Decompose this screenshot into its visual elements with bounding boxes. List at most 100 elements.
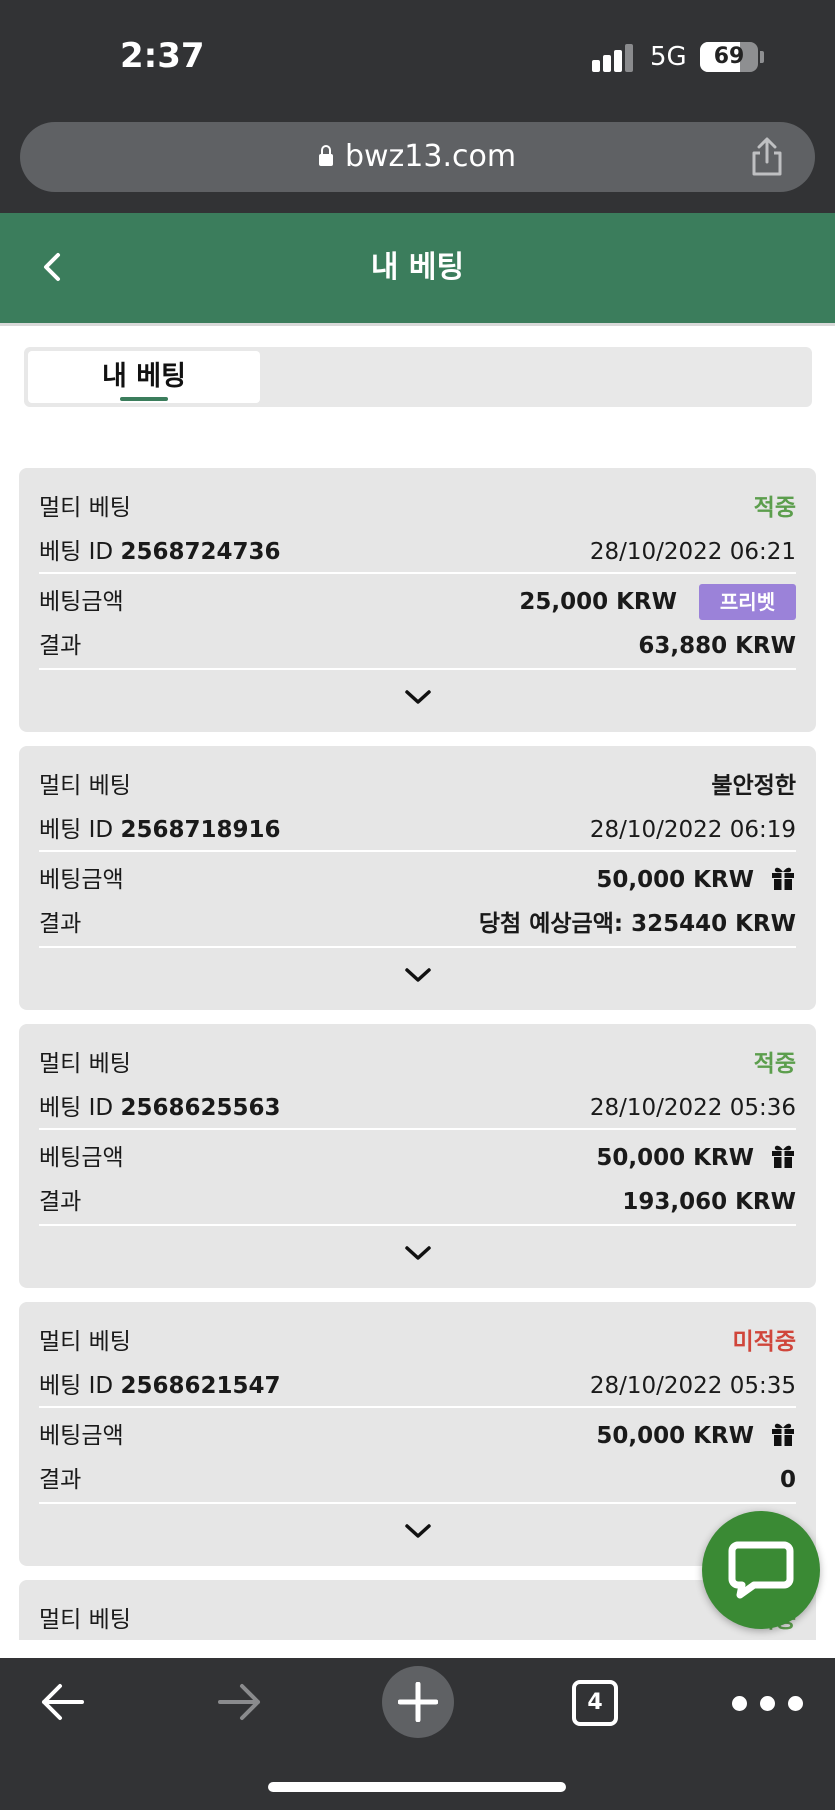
- page-title: 내 베팅: [370, 250, 465, 285]
- bet-status: 미적중: [732, 1329, 796, 1355]
- url-display[interactable]: bwz13.com: [20, 122, 815, 192]
- bet-card[interactable]: 멀티 베팅 불안정한 베팅 ID 2568718916 28/10/2022 0…: [19, 746, 816, 1010]
- share-icon[interactable]: [747, 136, 787, 178]
- back-arrow-icon[interactable]: [38, 1680, 88, 1724]
- new-tab-button[interactable]: [382, 1666, 454, 1738]
- bet-id-row: 베팅 ID 2568724736 28/10/2022 06:21: [39, 534, 796, 570]
- bet-type: 멀티 베팅: [39, 495, 131, 521]
- bet-result-row: 결과 193,060 KRW: [39, 1184, 796, 1220]
- bet-type-row: 멀티 베팅 적중: [39, 490, 796, 526]
- bet-result-row: 결과 당첨 예상금액: 325440 KRW: [39, 906, 796, 942]
- bet-id-row: 베팅 ID 2568718916 28/10/2022 06:19: [39, 812, 796, 848]
- address-bar[interactable]: bwz13.com: [20, 122, 815, 192]
- bet-type-row: 멀티 베팅 불안정한: [39, 768, 796, 804]
- bet-amount-row: 베팅금액 50,000 KRW: [39, 1140, 796, 1176]
- bet-id: 2568625563: [120, 1095, 281, 1121]
- bet-id-row: 베팅 ID 2568625563 28/10/2022 05:36: [39, 1090, 796, 1126]
- bet-result-label: 결과: [39, 911, 82, 937]
- bet-card[interactable]: 멀티 베팅 적중: [19, 1580, 816, 1640]
- bet-id: 2568621547: [120, 1373, 281, 1399]
- battery-nub: [760, 51, 764, 63]
- tab-my-bets[interactable]: 내 베팅: [28, 351, 260, 403]
- lock-icon: [318, 145, 333, 166]
- bet-result: 63,880 KRW: [638, 633, 796, 659]
- bet-datetime: 28/10/2022 06:21: [589, 539, 796, 565]
- battery-icon: 69: [700, 42, 758, 72]
- tab-label: 내 베팅: [102, 361, 186, 392]
- bet-datetime: 28/10/2022 05:35: [589, 1373, 796, 1399]
- bet-id: 2568718916: [120, 817, 281, 843]
- more-icon[interactable]: [732, 1696, 818, 1712]
- bet-type-row: 멀티 베팅 적중: [39, 1602, 796, 1638]
- divider: [39, 1406, 796, 1408]
- chevron-down-icon[interactable]: [403, 1242, 433, 1264]
- chevron-down-icon[interactable]: [403, 964, 433, 986]
- bet-amount: 50,000 KRW: [596, 1423, 754, 1449]
- bet-type-row: 멀티 베팅 미적중: [39, 1324, 796, 1360]
- bet-card[interactable]: 멀티 베팅 미적중 베팅 ID 2568621547 28/10/2022 05…: [19, 1302, 816, 1566]
- bet-amount-label: 베팅금액: [39, 1145, 124, 1171]
- battery-percent: 69: [713, 44, 745, 69]
- gift-icon: [772, 867, 794, 890]
- app-header: 내 베팅: [0, 213, 835, 326]
- bet-amount-row: 베팅금액 50,000 KRW: [39, 862, 796, 898]
- home-indicator: [268, 1782, 566, 1792]
- tab-active-indicator: [120, 397, 168, 401]
- bet-id-label: 베팅 ID: [39, 1373, 114, 1399]
- gift-icon: [772, 1423, 794, 1446]
- bet-id-label: 베팅 ID: [39, 1095, 114, 1121]
- bet-amount: 50,000 KRW: [596, 867, 754, 893]
- bet-status: 적중: [753, 1051, 796, 1077]
- bet-id: 2568724736: [120, 539, 281, 565]
- bet-result: 당첨 예상금액: 325440 KRW: [478, 911, 796, 937]
- bet-result-label: 결과: [39, 633, 82, 659]
- bet-result-label: 결과: [39, 1189, 82, 1215]
- chat-button[interactable]: [702, 1511, 820, 1629]
- divider: [39, 1502, 796, 1504]
- tabs-button[interactable]: 4: [572, 1680, 618, 1726]
- bet-result: 0: [779, 1467, 796, 1493]
- back-button[interactable]: [36, 243, 80, 293]
- network-label: 5G: [650, 42, 687, 72]
- bet-type: 멀티 베팅: [39, 773, 131, 799]
- bet-datetime: 28/10/2022 05:36: [589, 1095, 796, 1121]
- divider: [39, 850, 796, 852]
- divider: [39, 1224, 796, 1226]
- bet-result-row: 결과 0: [39, 1462, 796, 1498]
- bet-card[interactable]: 멀티 베팅 적중 베팅 ID 2568724736 28/10/2022 06:…: [19, 468, 816, 732]
- status-time: 2:37: [120, 36, 205, 76]
- browser-bar: bwz13.com: [0, 112, 835, 213]
- divider: [39, 668, 796, 670]
- bet-status: 불안정한: [711, 773, 796, 799]
- bet-type: 멀티 베팅: [39, 1607, 131, 1633]
- bet-amount-label: 베팅금액: [39, 589, 124, 615]
- bet-list: 멀티 베팅 적중 베팅 ID 2568724736 28/10/2022 06:…: [19, 468, 816, 1640]
- bet-result-label: 결과: [39, 1467, 82, 1493]
- forward-arrow-icon[interactable]: [214, 1680, 264, 1724]
- bet-amount-label: 베팅금액: [39, 1423, 124, 1449]
- url-text: bwz13.com: [344, 139, 517, 174]
- bet-id-label: 베팅 ID: [39, 817, 114, 843]
- tab-bar: 내 베팅: [24, 347, 812, 407]
- bet-type: 멀티 베팅: [39, 1051, 131, 1077]
- signal-icon: [592, 44, 636, 72]
- chevron-down-icon[interactable]: [403, 1520, 433, 1542]
- bet-card[interactable]: 멀티 베팅 적중 베팅 ID 2568625563 28/10/2022 05:…: [19, 1024, 816, 1288]
- bet-result: 193,060 KRW: [622, 1189, 796, 1215]
- bet-type-row: 멀티 베팅 적중: [39, 1046, 796, 1082]
- bet-id-label: 베팅 ID: [39, 539, 114, 565]
- bet-result-row: 결과 63,880 KRW: [39, 628, 796, 664]
- bet-amount-row: 베팅금액 50,000 KRW: [39, 1418, 796, 1454]
- divider: [39, 1128, 796, 1130]
- chevron-down-icon[interactable]: [403, 686, 433, 708]
- bet-type: 멀티 베팅: [39, 1329, 131, 1355]
- divider: [39, 572, 796, 574]
- bet-id-row: 베팅 ID 2568621547 28/10/2022 05:35: [39, 1368, 796, 1404]
- bet-amount-row: 베팅금액 25,000 KRW 프리벳: [39, 584, 796, 620]
- bet-amount-label: 베팅금액: [39, 867, 124, 893]
- plus-icon: [398, 1682, 438, 1722]
- status-bar: 2:37 5G 69: [0, 0, 835, 112]
- gift-icon: [772, 1145, 794, 1168]
- freebet-badge: 프리벳: [699, 584, 796, 620]
- browser-toolbar: 4: [0, 1658, 835, 1810]
